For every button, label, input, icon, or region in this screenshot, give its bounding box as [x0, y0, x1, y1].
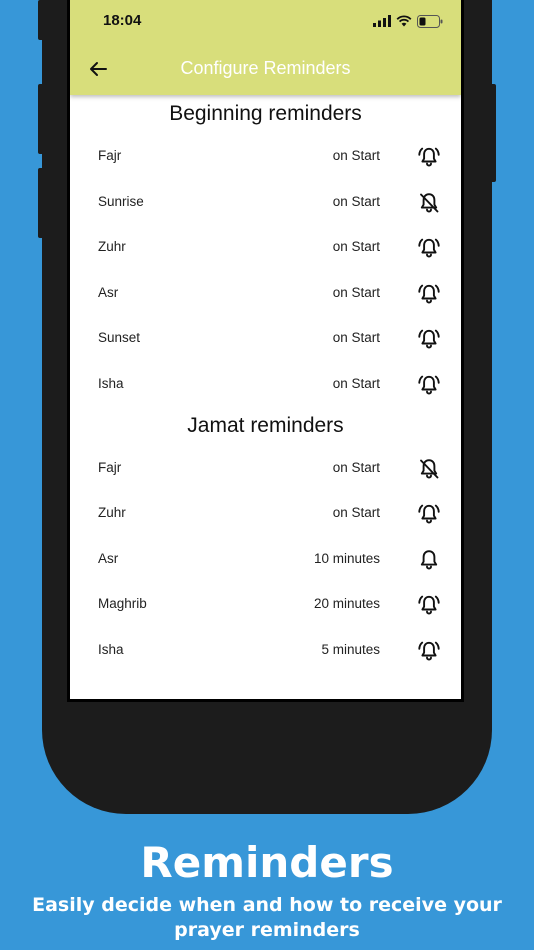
- section-title: Jamat reminders: [187, 413, 344, 437]
- bell-ringing-icon[interactable]: [417, 327, 441, 351]
- reminder-row[interactable]: Asr 10 minutes: [70, 536, 461, 582]
- section-title: Beginning reminders: [169, 102, 362, 125]
- reminder-row[interactable]: Isha 5 minutes: [70, 627, 461, 673]
- prayer-name: Isha: [98, 641, 124, 657]
- reminder-list: Fajr on Start Sunrise on Start Zuhr on Start A…: [70, 133, 461, 407]
- prayer-name: Asr: [98, 550, 119, 566]
- status-icons: [373, 14, 443, 28]
- reminder-row[interactable]: Maghrib 20 minutes: [70, 581, 461, 627]
- reminder-timing[interactable]: 10 minutes: [314, 536, 380, 582]
- reminder-row[interactable]: Isha on Start: [70, 361, 461, 407]
- app-bar: 18:04 Configure Reminders: [70, 0, 461, 95]
- bell-ringing-icon[interactable]: [417, 236, 441, 260]
- promo-subtitle-line: prayer reminders: [174, 919, 360, 941]
- reminder-sections: Beginning reminders Fajr on Start Sunrise o…: [70, 95, 461, 673]
- prayer-name: Zuhr: [98, 239, 126, 255]
- reminder-row[interactable]: Sunrise on Start: [70, 179, 461, 225]
- prayer-name: Fajr: [98, 148, 122, 163]
- reminder-row[interactable]: Zuhr on Start: [70, 490, 461, 536]
- reminder-timing[interactable]: on Start: [333, 179, 380, 225]
- reminder-list: Fajr on Start Zuhr on Start Asr 10 minutes Mag…: [70, 445, 461, 673]
- reminder-row[interactable]: Fajr on Start: [70, 133, 461, 179]
- reminder-timing[interactable]: on Start: [333, 490, 380, 536]
- promo-subtitle: Easily decide when and how to receive yo…: [0, 893, 534, 943]
- phone-screen: 18:04 Configure Reminders Beginning remi…: [67, 0, 464, 702]
- reminder-timing[interactable]: on Start: [333, 445, 380, 491]
- reminder-timing[interactable]: 5 minutes: [321, 627, 380, 673]
- bell-ringing-icon[interactable]: [417, 593, 441, 617]
- promo-subtitle-line: Easily decide when and how to receive yo…: [32, 894, 502, 916]
- promo-title: Reminders: [140, 838, 394, 887]
- prayer-name: Zuhr: [98, 505, 126, 521]
- reminder-row[interactable]: Asr on Start: [70, 270, 461, 316]
- section-jamat: Jamat reminders Fajr on Start Zuhr on Start…: [70, 407, 461, 673]
- reminder-row[interactable]: Sunset on Start: [70, 315, 461, 361]
- prayer-name: Isha: [98, 375, 124, 391]
- reminder-timing[interactable]: on Start: [333, 315, 380, 361]
- reminder-row[interactable]: Zuhr on Start: [70, 224, 461, 270]
- bell-ringing-icon[interactable]: [417, 502, 441, 526]
- bell-ringing-icon[interactable]: [417, 373, 441, 397]
- bell-icon[interactable]: [417, 548, 441, 572]
- reminder-timing[interactable]: on Start: [333, 361, 380, 407]
- bell-ringing-icon[interactable]: [417, 145, 441, 169]
- reminder-timing[interactable]: on Start: [333, 270, 380, 316]
- bell-off-icon[interactable]: [417, 457, 441, 481]
- bell-off-icon[interactable]: [417, 191, 441, 215]
- signal-icon: [373, 15, 391, 27]
- section-beginning: Beginning reminders Fajr on Start Sunrise o…: [70, 95, 461, 407]
- reminder-timing[interactable]: on Start: [333, 133, 380, 179]
- prayer-name: Sunrise: [98, 193, 144, 209]
- wifi-icon: [396, 15, 412, 27]
- bell-ringing-icon[interactable]: [417, 639, 441, 663]
- bell-ringing-icon[interactable]: [417, 282, 441, 306]
- page-title: Configure Reminders: [180, 58, 351, 78]
- reminder-row[interactable]: Fajr on Start: [70, 445, 461, 491]
- reminder-timing[interactable]: on Start: [333, 224, 380, 270]
- reminder-timing[interactable]: 20 minutes: [314, 581, 380, 627]
- battery-icon: [417, 14, 443, 28]
- prayer-name: Sunset: [98, 330, 141, 346]
- status-time: 18:04: [103, 12, 142, 29]
- prayer-name: Maghrib: [98, 596, 147, 612]
- prayer-name: Fajr: [98, 459, 122, 475]
- prayer-name: Asr: [98, 284, 119, 300]
